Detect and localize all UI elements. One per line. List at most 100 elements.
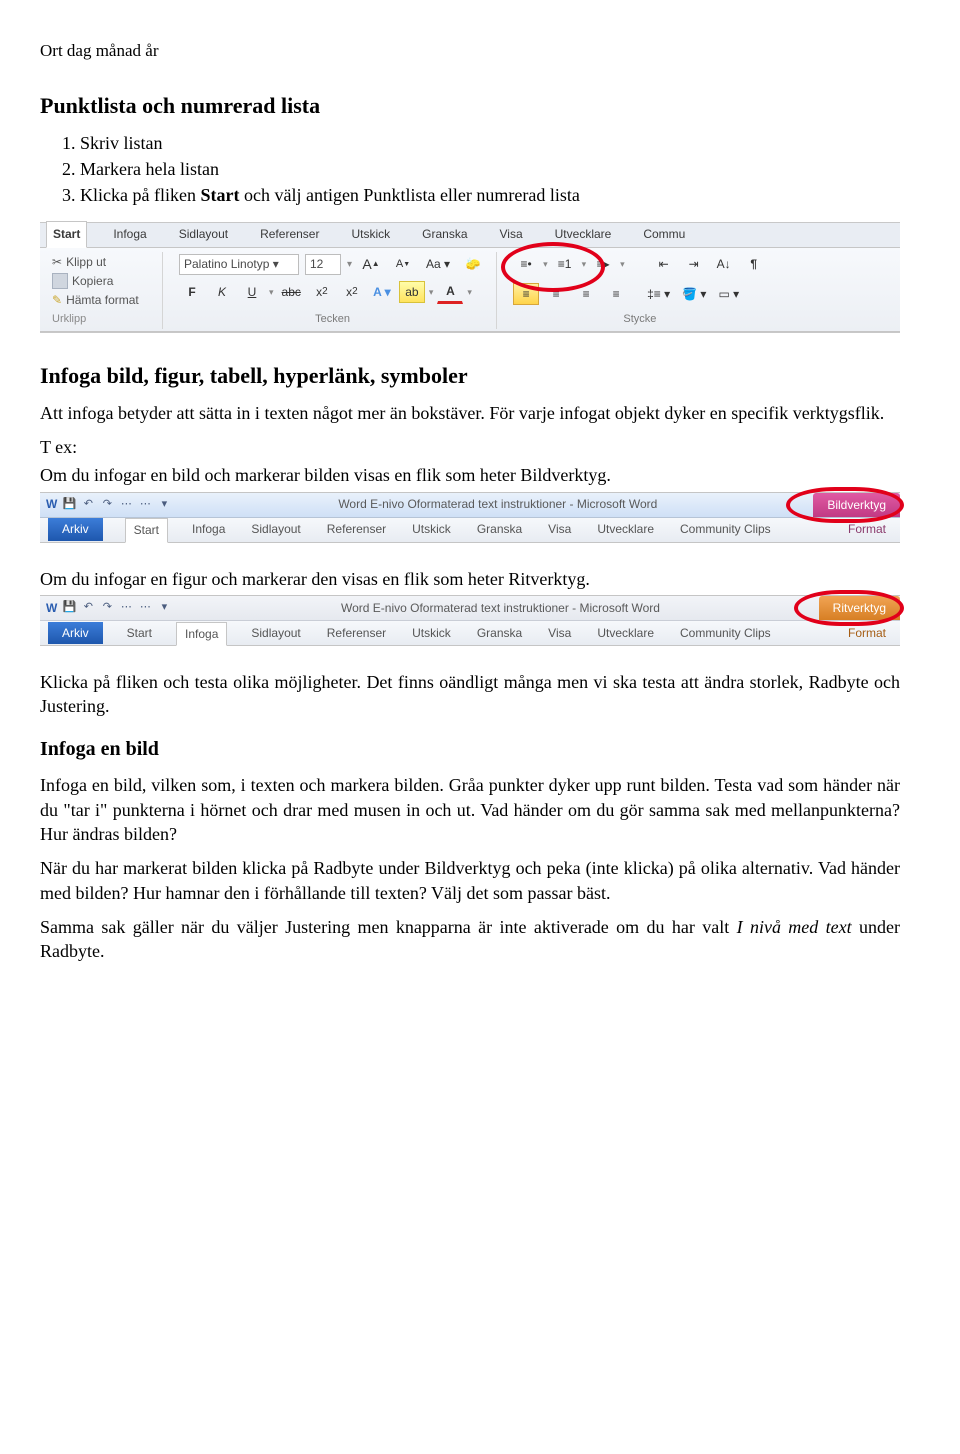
step-1: Skriv listan bbox=[80, 131, 900, 155]
show-marks-button[interactable]: ¶ bbox=[741, 254, 767, 276]
tab-utskick[interactable]: Utskick bbox=[345, 222, 396, 246]
tab-utvecklare[interactable]: Utvecklare bbox=[595, 623, 656, 643]
shading-button[interactable]: 🪣 ▾ bbox=[678, 283, 710, 305]
redo-icon[interactable]: ↷ bbox=[99, 497, 115, 513]
tab-sidlayout[interactable]: Sidlayout bbox=[249, 519, 302, 539]
font-color-button[interactable]: A bbox=[437, 280, 463, 304]
tab-infoga[interactable]: Infoga bbox=[107, 222, 152, 246]
align-right-button[interactable]: ≡ bbox=[573, 283, 599, 305]
tab-sidlayout[interactable]: Sidlayout bbox=[249, 623, 302, 643]
redo-icon[interactable]: ↷ bbox=[99, 600, 115, 616]
tab-referenser[interactable]: Referenser bbox=[325, 623, 388, 643]
clear-formatting-button[interactable]: 🧽 bbox=[460, 254, 486, 276]
bullets-button[interactable]: ≡• bbox=[513, 254, 539, 276]
multilevel-button[interactable]: ≡▸ bbox=[590, 254, 616, 276]
align-justify-button[interactable]: ≡ bbox=[603, 283, 629, 305]
qat-icon[interactable]: ⋯ bbox=[137, 497, 153, 513]
tab-utskick[interactable]: Utskick bbox=[410, 519, 453, 539]
decrease-indent-button[interactable]: ⇤ bbox=[651, 254, 677, 276]
group-font: Palatino Linotyp ▾ 12▾ A▲ A▼ Aa ▾ 🧽 F K … bbox=[173, 252, 497, 329]
scissors-icon: ✂ bbox=[52, 254, 62, 270]
section-title-punktlista: Punktlista och numrerad lista bbox=[40, 91, 900, 121]
tab-referenser[interactable]: Referenser bbox=[254, 222, 325, 246]
align-center-button[interactable]: ≡ bbox=[543, 283, 569, 305]
sort-button[interactable]: A↓ bbox=[711, 254, 737, 276]
quick-access-toolbar: 💾 ↶ ↷ ⋯ ⋯ ▾ bbox=[61, 497, 172, 513]
qat-dropdown-icon[interactable]: ▾ bbox=[156, 600, 172, 616]
line-spacing-button[interactable]: ‡≡ ▾ bbox=[643, 283, 674, 305]
tab-start[interactable]: Start bbox=[46, 221, 87, 247]
undo-icon[interactable]: ↶ bbox=[80, 497, 96, 513]
tab-format[interactable]: Format bbox=[846, 519, 900, 539]
context-tab-bildverktyg[interactable]: Bildverktyg bbox=[813, 493, 900, 517]
copy-icon bbox=[52, 273, 68, 289]
subscript-button[interactable]: x2 bbox=[309, 281, 335, 303]
tab-start[interactable]: Start bbox=[125, 518, 168, 542]
step-3: Klicka på fliken Start och välj antigen … bbox=[80, 183, 900, 207]
numbering-button[interactable]: ≡1 bbox=[552, 254, 578, 276]
grow-font-button[interactable]: A▲ bbox=[358, 254, 384, 276]
menu-tabs: Arkiv Start Infoga Sidlayout Referenser … bbox=[40, 518, 900, 542]
tab-community[interactable]: Commu bbox=[637, 222, 691, 246]
menu-tabs: Arkiv Start Infoga Sidlayout Referenser … bbox=[40, 621, 900, 645]
clipboard-cut[interactable]: ✂Klipp ut bbox=[52, 254, 152, 270]
group-label-paragraph: Stycke bbox=[513, 312, 767, 327]
tab-granska[interactable]: Granska bbox=[475, 623, 524, 643]
tab-sidlayout[interactable]: Sidlayout bbox=[173, 222, 234, 246]
italic-button[interactable]: K bbox=[209, 281, 235, 303]
qat-dropdown-icon[interactable]: ▾ bbox=[156, 497, 172, 513]
word-app-icon: W bbox=[46, 600, 57, 616]
qat-icon[interactable]: ⋯ bbox=[137, 600, 153, 616]
qat-icon[interactable]: ⋯ bbox=[118, 600, 134, 616]
example-bildverktyg: Om du infogar en bild och markerar bilde… bbox=[40, 463, 900, 487]
increase-indent-button[interactable]: ⇥ bbox=[681, 254, 707, 276]
bold-button[interactable]: F bbox=[179, 281, 205, 303]
tab-infoga[interactable]: Infoga bbox=[190, 519, 227, 539]
font-name-combo[interactable]: Palatino Linotyp ▾ bbox=[179, 254, 299, 274]
titlebar-screenshot-ritverktyg: W 💾 ↶ ↷ ⋯ ⋯ ▾ Word E-nivo Oformaterad te… bbox=[40, 595, 900, 646]
align-left-button[interactable]: ≡ bbox=[513, 283, 539, 305]
text-effects-button[interactable]: A ▾ bbox=[369, 281, 395, 303]
group-paragraph: ≡•▾ ≡1▾ ≡▸▾ ⇤ ⇥ A↓ ¶ ≡ ≡ ≡ ≡ ‡≡ ▾ 🪣 ▾ ▭ … bbox=[507, 252, 777, 329]
tab-utvecklare[interactable]: Utvecklare bbox=[549, 222, 618, 246]
save-icon[interactable]: 💾 bbox=[61, 497, 77, 513]
tab-infoga[interactable]: Infoga bbox=[176, 622, 227, 646]
change-case-button[interactable]: Aa ▾ bbox=[422, 254, 454, 276]
header-meta: Ort dag månad år bbox=[40, 40, 900, 63]
tab-visa[interactable]: Visa bbox=[546, 519, 573, 539]
undo-icon[interactable]: ↶ bbox=[80, 600, 96, 616]
tab-format[interactable]: Format bbox=[846, 623, 900, 643]
ordered-steps: Skriv listan Markera hela listan Klicka … bbox=[80, 131, 900, 208]
qat-icon[interactable]: ⋯ bbox=[118, 497, 134, 513]
save-icon[interactable]: 💾 bbox=[61, 600, 77, 616]
infoga-intro: Att infoga betyder att sätta in i texten… bbox=[40, 401, 900, 425]
tab-arkiv[interactable]: Arkiv bbox=[48, 518, 103, 540]
tab-community[interactable]: Community Clips bbox=[678, 623, 773, 643]
superscript-button[interactable]: x2 bbox=[339, 281, 365, 303]
tab-start[interactable]: Start bbox=[125, 623, 154, 643]
tab-community[interactable]: Community Clips bbox=[678, 519, 773, 539]
infoga-bild-p3: Samma sak gäller när du väljer Justering… bbox=[40, 915, 900, 964]
strike-button[interactable]: abc bbox=[278, 281, 305, 303]
group-clipboard: ✂Klipp ut Kopiera ✎Hämta format Urklipp bbox=[46, 252, 163, 329]
tab-granska[interactable]: Granska bbox=[475, 519, 524, 539]
underline-button[interactable]: U bbox=[239, 281, 265, 303]
tab-visa[interactable]: Visa bbox=[494, 222, 529, 246]
borders-button[interactable]: ▭ ▾ bbox=[714, 283, 743, 305]
tab-referenser[interactable]: Referenser bbox=[325, 519, 388, 539]
context-tab-ritverktyg[interactable]: Ritverktyg bbox=[819, 596, 900, 620]
group-label-font: Tecken bbox=[179, 312, 486, 327]
tab-utskick[interactable]: Utskick bbox=[410, 623, 453, 643]
shrink-font-button[interactable]: A▼ bbox=[390, 254, 416, 276]
tab-arkiv[interactable]: Arkiv bbox=[48, 622, 103, 644]
clipboard-copy[interactable]: Kopiera bbox=[52, 273, 152, 289]
tab-utvecklare[interactable]: Utvecklare bbox=[595, 519, 656, 539]
example-ritverktyg: Om du infogar en figur och markerar den … bbox=[40, 567, 900, 591]
italic-phrase: I nivå med text bbox=[737, 917, 852, 937]
font-size-combo[interactable]: 12 bbox=[305, 254, 341, 274]
tab-granska[interactable]: Granska bbox=[416, 222, 473, 246]
ribbon-body: ✂Klipp ut Kopiera ✎Hämta format Urklipp … bbox=[40, 248, 900, 332]
highlight-color-button[interactable]: ab bbox=[399, 281, 425, 303]
tab-visa[interactable]: Visa bbox=[546, 623, 573, 643]
clipboard-painter[interactable]: ✎Hämta format bbox=[52, 292, 152, 308]
